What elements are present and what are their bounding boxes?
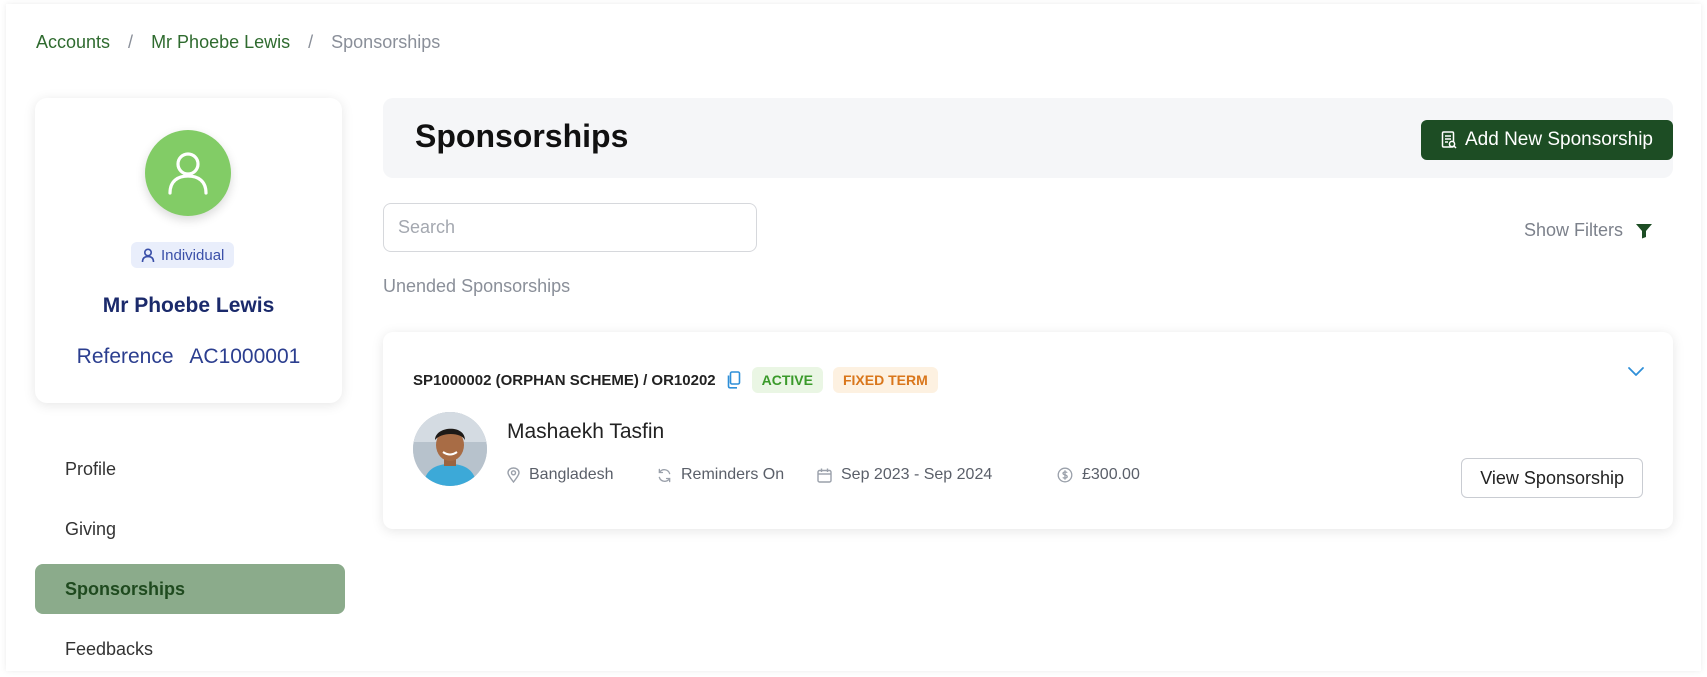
sidebar-nav: Profile Giving Sponsorships Feedbacks xyxy=(35,444,345,671)
term-badge: FIXED TERM xyxy=(832,367,938,393)
show-filters-label: Show Filters xyxy=(1523,220,1623,240)
sidebar-item-giving[interactable]: Giving xyxy=(35,504,345,554)
refresh-icon xyxy=(658,468,671,482)
document-add-icon xyxy=(1441,131,1457,149)
dollar-coin-icon xyxy=(1057,467,1073,483)
amount-label: £300.00 xyxy=(1082,466,1140,483)
section-label: Unended Sponsorships xyxy=(383,276,571,296)
sponsorship-header: SP1000002 (ORPHAN SCHEME) / OR10202 ACTI… xyxy=(413,367,938,393)
chevron-down-icon[interactable] xyxy=(1627,366,1645,378)
country-label: Bangladesh xyxy=(529,466,614,483)
user-icon xyxy=(168,152,208,195)
sidebar-item-profile[interactable]: Profile xyxy=(35,444,345,494)
reminders-label: Reminders On xyxy=(681,466,785,483)
add-sponsorship-button[interactable]: Add New Sponsorship xyxy=(1421,120,1673,160)
reference-label: Reference xyxy=(76,345,174,368)
location-meta: Bangladesh xyxy=(507,466,614,484)
page-title: Sponsorships xyxy=(415,118,629,154)
page-frame: Accounts / Mr Phoebe Lewis / Sponsorship… xyxy=(6,4,1701,671)
sidebar-item-sponsorships[interactable]: Sponsorships xyxy=(35,564,345,614)
account-type-label: Individual xyxy=(161,246,225,264)
child-name: Mashaekh Tasfin xyxy=(507,420,665,443)
reminders-meta: Reminders On xyxy=(657,466,784,484)
location-pin-icon xyxy=(507,467,520,483)
account-type-badge: Individual xyxy=(131,242,235,268)
reference-value: AC1000001 xyxy=(189,345,301,368)
status-badge: ACTIVE xyxy=(751,367,823,393)
avatar xyxy=(145,130,231,216)
period-label: Sep 2023 - Sep 2024 xyxy=(841,466,993,483)
period-meta: Sep 2023 - Sep 2024 xyxy=(817,466,992,484)
amount-meta: £300.00 xyxy=(1057,466,1140,484)
account-name: Mr Phoebe Lewis xyxy=(102,294,275,317)
breadcrumb-account-name[interactable]: Mr Phoebe Lewis xyxy=(151,32,290,53)
search-input[interactable] xyxy=(383,203,757,252)
sidebar-item-feedbacks[interactable]: Feedbacks xyxy=(35,624,345,671)
breadcrumb-accounts[interactable]: Accounts xyxy=(36,32,110,53)
calendar-icon xyxy=(817,468,832,483)
breadcrumb-separator: / xyxy=(308,32,314,52)
sponsorship-reference: SP1000002 (ORPHAN SCHEME) / OR10202 xyxy=(413,371,716,389)
view-sponsorship-button[interactable]: View Sponsorship xyxy=(1461,458,1643,498)
account-reference: Reference AC1000001 xyxy=(35,345,342,369)
sponsorship-card: SP1000002 (ORPHAN SCHEME) / OR10202 ACTI… xyxy=(383,332,1673,529)
profile-card: Individual Mr Phoebe Lewis Reference AC1… xyxy=(35,98,342,403)
breadcrumb: Accounts / Mr Phoebe Lewis / Sponsorship… xyxy=(36,32,440,53)
show-filters-button[interactable]: Show Filters xyxy=(1524,220,1653,241)
child-photo xyxy=(413,412,487,486)
copy-icon[interactable] xyxy=(726,371,742,389)
page-header: Sponsorships Add New Sponsorship xyxy=(383,98,1673,178)
filter-icon xyxy=(1636,223,1652,238)
child-portrait xyxy=(413,412,487,486)
breadcrumb-separator: / xyxy=(128,32,134,52)
breadcrumb-current: Sponsorships xyxy=(331,32,441,52)
add-sponsorship-label: Add New Sponsorship xyxy=(1465,129,1653,150)
person-icon xyxy=(141,247,155,262)
